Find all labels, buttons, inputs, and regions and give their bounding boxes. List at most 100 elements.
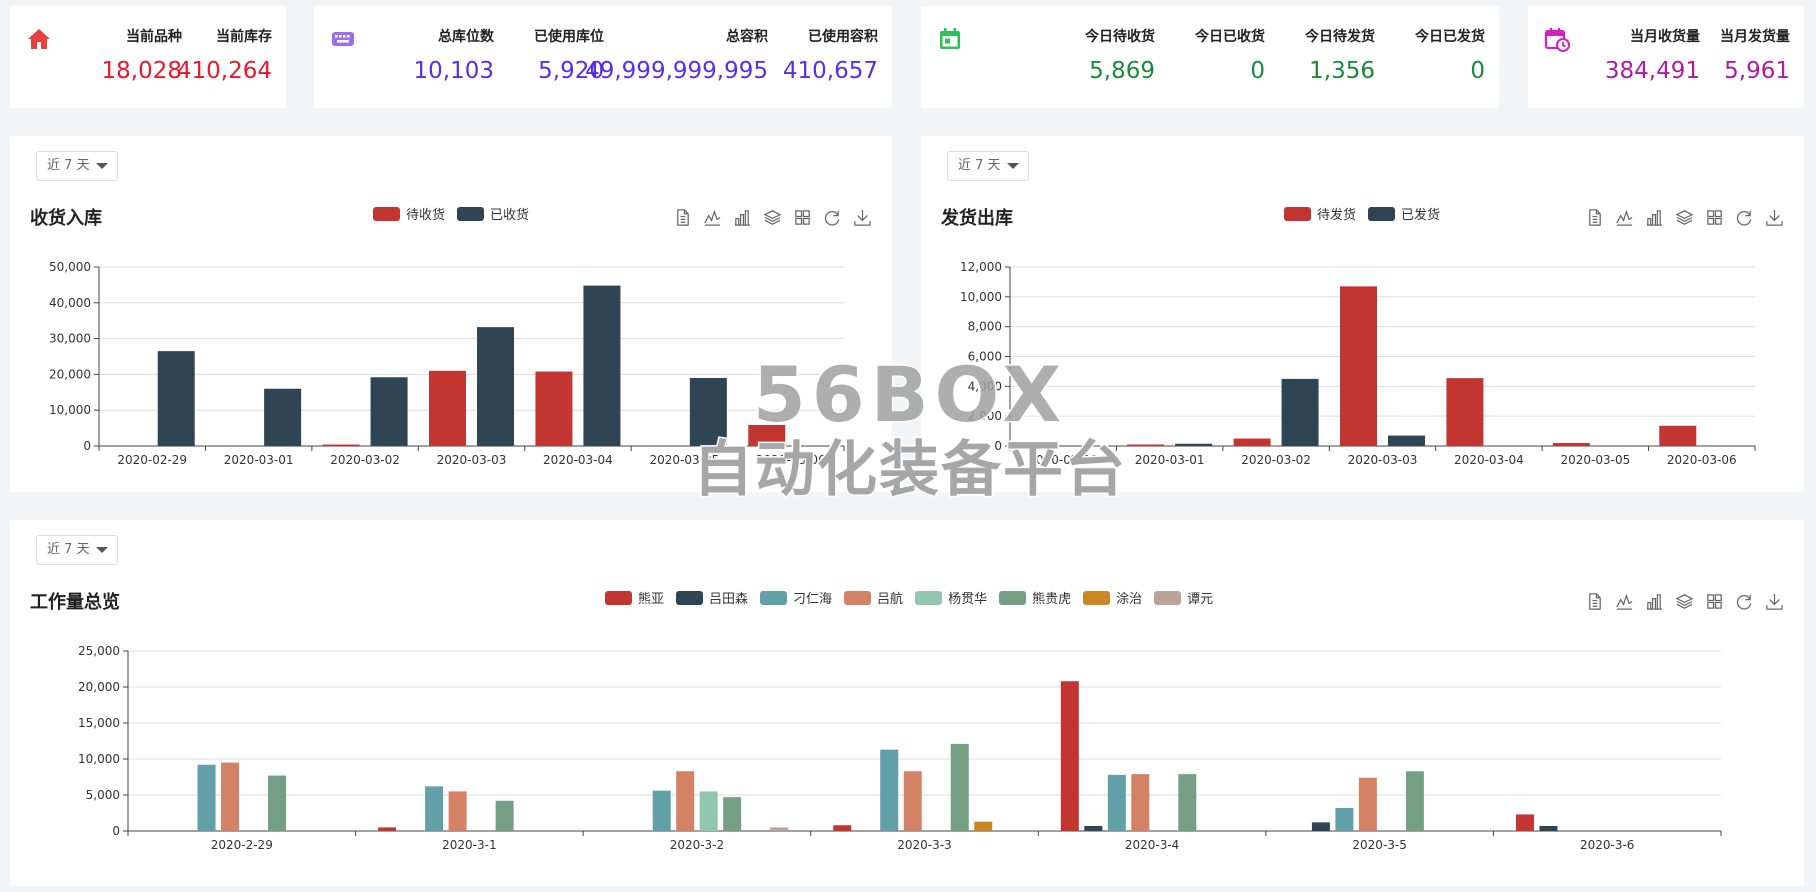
bar[interactable] xyxy=(1388,435,1425,446)
bar[interactable] xyxy=(1335,807,1354,831)
bar[interactable] xyxy=(1405,771,1424,831)
x-tick-label: 2020-03-02 xyxy=(1241,453,1311,467)
y-tick-label: 4,000 xyxy=(968,379,1002,393)
y-tick-label: 20,000 xyxy=(49,367,91,381)
bar[interactable] xyxy=(1358,777,1377,831)
receiving-panel: 近 7 天 收货入库 待收货 已收货 0 10,000 20,000 30,000 40… xyxy=(10,136,892,492)
y-tick-label: 30,000 xyxy=(49,332,91,346)
bar[interactable] xyxy=(950,743,969,831)
bar[interactable] xyxy=(268,775,287,831)
x-tick-label: 2020-03-04 xyxy=(543,453,613,467)
stat-value: 5,961 xyxy=(1724,58,1790,84)
bar[interactable] xyxy=(1233,438,1271,446)
x-tick-label: 2020-03-03 xyxy=(1348,453,1418,467)
bar[interactable] xyxy=(157,351,195,446)
x-tick-label: 2020-03-05 xyxy=(1560,453,1630,467)
x-tick-label: 2020-3-4 xyxy=(1125,838,1179,852)
bar[interactable] xyxy=(974,821,993,831)
stat-value: 410,264 xyxy=(176,58,272,84)
stat-value: 410,657 xyxy=(782,58,878,84)
bar[interactable] xyxy=(770,827,789,831)
calendar-icon xyxy=(940,28,960,49)
stat-label: 今日待发货 xyxy=(1305,29,1375,45)
bar[interactable] xyxy=(1178,774,1197,831)
x-tick-label: 2020-02-29 xyxy=(117,453,187,467)
bar[interactable] xyxy=(1446,378,1484,446)
y-tick-label: 0 xyxy=(83,439,91,453)
stat-value: 49,999,999,995 xyxy=(585,58,768,84)
stat-label: 总容积 xyxy=(726,29,768,45)
bar[interactable] xyxy=(370,377,408,446)
stat-label: 今日已发货 xyxy=(1415,29,1485,45)
stat-value: 10,103 xyxy=(413,58,494,84)
y-tick-label: 2,000 xyxy=(968,409,1002,423)
stat-label: 当前库存 xyxy=(216,29,272,45)
bar[interactable] xyxy=(880,749,899,831)
bar[interactable] xyxy=(535,371,573,446)
receiving-chart: 0 10,000 20,000 30,000 40,000 50,000 2020-02-2… xyxy=(49,260,845,467)
bar[interactable] xyxy=(689,377,727,446)
bar[interactable] xyxy=(1659,425,1697,446)
bar[interactable] xyxy=(699,791,718,831)
bar[interactable] xyxy=(495,800,514,831)
bar[interactable] xyxy=(477,327,514,446)
calendar-clock-icon xyxy=(1544,28,1570,52)
bar[interactable] xyxy=(1340,286,1377,446)
y-tick-label: 0 xyxy=(112,824,120,838)
bar[interactable] xyxy=(425,786,444,831)
stat-value: 0 xyxy=(1250,58,1265,84)
workload-chart: 0 5,000 10,000 15,000 20,000 25,000 2020-2-29 2… xyxy=(78,644,1722,852)
x-tick-label: 2020-03-06 xyxy=(756,453,826,467)
bar[interactable] xyxy=(1131,774,1150,831)
x-tick-label: 2020-2-29 xyxy=(211,838,273,852)
shipping-panel: 近 7 天 发货出库 待发货 已发货 0 2,000 4,000 6,000 8,000… xyxy=(921,136,1804,492)
bar[interactable] xyxy=(378,827,397,831)
x-tick-label: 2020-03-06 xyxy=(1667,453,1737,467)
x-tick-label: 2020-03-01 xyxy=(224,453,294,467)
x-tick-label: 2020-03-04 xyxy=(1454,453,1524,467)
bar[interactable] xyxy=(1084,825,1103,831)
bar[interactable] xyxy=(1060,681,1079,831)
stat-label: 总库位数 xyxy=(438,29,494,45)
bar[interactable] xyxy=(1175,443,1213,446)
x-tick-label: 2020-02-29 xyxy=(1028,453,1098,467)
stat-value: 0 xyxy=(1470,58,1485,84)
bar[interactable] xyxy=(676,771,695,831)
bar[interactable] xyxy=(748,424,786,446)
y-tick-label: 25,000 xyxy=(78,644,120,658)
bar[interactable] xyxy=(197,764,216,831)
stat-value: 1,356 xyxy=(1309,58,1375,84)
home-icon xyxy=(28,29,50,49)
bar[interactable] xyxy=(322,444,360,446)
bar[interactable] xyxy=(1311,822,1330,831)
bar[interactable] xyxy=(429,370,466,446)
y-tick-label: 10,000 xyxy=(960,290,1002,304)
bar[interactable] xyxy=(264,388,302,446)
y-tick-label: 50,000 xyxy=(49,260,91,274)
y-tick-label: 5,000 xyxy=(86,788,120,802)
bar[interactable] xyxy=(1539,825,1558,831)
bar[interactable] xyxy=(1552,443,1590,446)
bar[interactable] xyxy=(221,762,240,831)
stat-label: 当月收货量 xyxy=(1630,29,1700,45)
stat-card-today: 今日待收货 5,869 今日已收货 0 今日待发货 1,356 今日已发货 0 xyxy=(921,6,1499,108)
stat-label: 已使用库位 xyxy=(534,29,604,45)
bar[interactable] xyxy=(723,797,742,831)
stat-value: 384,491 xyxy=(1604,58,1700,84)
bar[interactable] xyxy=(903,771,922,831)
y-tick-label: 6,000 xyxy=(968,350,1002,364)
bar[interactable] xyxy=(583,285,621,446)
y-tick-label: 10,000 xyxy=(78,752,120,766)
bar[interactable] xyxy=(652,790,671,831)
bar[interactable] xyxy=(833,825,852,831)
x-tick-label: 2020-3-1 xyxy=(442,838,496,852)
bar[interactable] xyxy=(1127,444,1165,446)
stat-card-month: 当月收货量 384,491 当月发货量 5,961 xyxy=(1528,6,1804,108)
bar[interactable] xyxy=(1515,814,1534,831)
bar[interactable] xyxy=(1107,774,1126,831)
shipping-chart: 0 2,000 4,000 6,000 8,000 10,000 12,000 2020-02… xyxy=(960,260,1756,467)
bar[interactable] xyxy=(448,791,467,831)
x-tick-label: 2020-3-6 xyxy=(1580,838,1634,852)
bar[interactable] xyxy=(1281,378,1319,446)
workload-panel: 近 7 天 工作量总览 熊亚 吕田森 刁仁海 吕航 杨贯华 熊贵虎 涂治 谭元 … xyxy=(10,520,1804,886)
